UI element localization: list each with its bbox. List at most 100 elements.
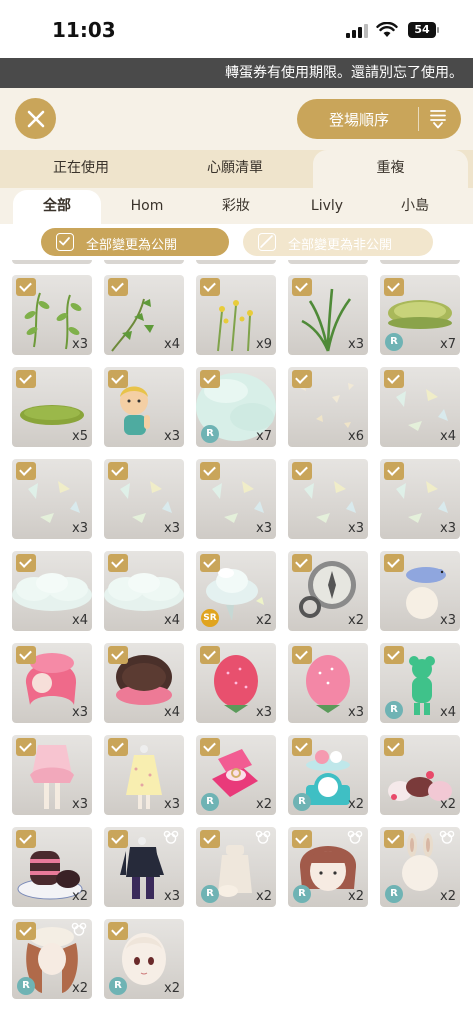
item-card[interactable]: x4	[380, 367, 460, 447]
public-checkbox-icon[interactable]	[200, 830, 220, 848]
item-count: x2	[348, 797, 364, 812]
item-count: x3	[348, 705, 364, 720]
item-card[interactable]: x5	[12, 367, 92, 447]
public-checkbox-icon[interactable]	[200, 370, 220, 388]
item-card[interactable]: x4	[12, 551, 92, 631]
public-checkbox-icon[interactable]	[292, 646, 312, 664]
item-card[interactable]: Rx2	[380, 827, 460, 907]
public-checkbox-icon[interactable]	[292, 462, 312, 480]
public-checkbox-icon[interactable]	[108, 830, 128, 848]
tab-in-use[interactable]: 正在使用	[20, 150, 142, 188]
item-card[interactable]: x3	[104, 735, 184, 815]
public-checkbox-icon[interactable]	[384, 278, 404, 296]
item-card[interactable]: x3	[104, 367, 184, 447]
item-card[interactable]: Rx2	[288, 827, 368, 907]
item-card[interactable]: SR x2	[196, 551, 276, 631]
item-card[interactable]: Rx7	[380, 275, 460, 355]
public-checkbox-icon[interactable]	[16, 738, 36, 756]
close-button[interactable]	[15, 98, 56, 139]
public-checkbox-icon[interactable]	[384, 646, 404, 664]
item-card[interactable]: x3	[104, 827, 184, 907]
public-checkbox-icon[interactable]	[16, 370, 36, 388]
public-checkbox-icon[interactable]	[384, 830, 404, 848]
rarity-badge: R	[201, 425, 219, 443]
item-card[interactable]: Rx2	[196, 827, 276, 907]
sort-order-button[interactable]: 登場順序	[297, 99, 461, 139]
item-card[interactable]: x3	[12, 275, 92, 355]
public-checkbox-icon[interactable]	[200, 462, 220, 480]
public-checkbox-icon[interactable]	[108, 922, 128, 940]
item-card[interactable]: x3	[288, 459, 368, 539]
item-count: x2	[72, 889, 88, 904]
item-card[interactable]: x2	[380, 735, 460, 815]
public-checkbox-icon[interactable]	[384, 738, 404, 756]
item-card[interactable]: x4	[104, 275, 184, 355]
item-card[interactable]: x4	[104, 551, 184, 631]
public-checkbox-icon[interactable]	[200, 738, 220, 756]
public-checkbox-icon[interactable]	[16, 922, 36, 940]
item-card[interactable]: x3	[12, 735, 92, 815]
public-checkbox-icon[interactable]	[384, 370, 404, 388]
item-count: x3	[256, 705, 272, 720]
make-all-private-button[interactable]: 全部變更為非公開	[243, 228, 433, 256]
item-count: x5	[72, 429, 88, 444]
public-checkbox-icon[interactable]	[384, 462, 404, 480]
public-checkbox-icon[interactable]	[200, 646, 220, 664]
public-checkbox-icon[interactable]	[16, 462, 36, 480]
item-card[interactable]: x2	[12, 827, 92, 907]
item-card[interactable]: Rx2	[104, 919, 184, 999]
item-card[interactable]: x6	[288, 367, 368, 447]
item-count: x7	[256, 429, 272, 444]
public-checkbox-icon[interactable]	[108, 554, 128, 572]
public-checkbox-icon[interactable]	[384, 554, 404, 572]
item-count: x9	[256, 337, 272, 352]
item-card[interactable]: Rx4	[380, 643, 460, 723]
tab-livly[interactable]: Livly	[284, 190, 370, 224]
checkbox-checked-icon	[56, 233, 74, 251]
tab-hom[interactable]: Hom	[104, 190, 190, 224]
make-all-public-button[interactable]: 全部變更為公開	[41, 228, 229, 256]
item-card[interactable]: x9	[196, 275, 276, 355]
item-card[interactable]: Rx2	[196, 735, 276, 815]
public-checkbox-icon[interactable]	[292, 830, 312, 848]
public-checkbox-icon[interactable]	[108, 370, 128, 388]
item-card[interactable]: Rx2	[12, 919, 92, 999]
notice-ticker: 轉蛋券有使用期限。還請別忘了使用。	[0, 58, 473, 88]
tab-island[interactable]: 小島	[374, 190, 456, 224]
item-card[interactable]: x3	[12, 643, 92, 723]
item-card[interactable]: x3	[380, 459, 460, 539]
public-checkbox-icon[interactable]	[108, 462, 128, 480]
item-card[interactable]: x3	[288, 275, 368, 355]
item-count: x3	[440, 613, 456, 628]
item-card[interactable]: x2	[288, 551, 368, 631]
item-card[interactable]: x3	[104, 459, 184, 539]
public-checkbox-icon[interactable]	[16, 278, 36, 296]
public-checkbox-icon[interactable]	[200, 554, 220, 572]
public-checkbox-icon[interactable]	[292, 278, 312, 296]
item-card[interactable]: Rx7	[196, 367, 276, 447]
item-card[interactable]: Rx2	[288, 735, 368, 815]
item-count: x2	[440, 889, 456, 904]
public-checkbox-icon[interactable]	[108, 738, 128, 756]
item-card[interactable]: x3	[380, 551, 460, 631]
public-checkbox-icon[interactable]	[292, 554, 312, 572]
item-card[interactable]: x3	[288, 643, 368, 723]
tab-makeup[interactable]: 彩妝	[194, 190, 278, 224]
item-card[interactable]: x4	[104, 643, 184, 723]
public-checkbox-icon[interactable]	[16, 646, 36, 664]
tab-wishlist[interactable]: 心願清單	[174, 150, 296, 188]
public-checkbox-icon[interactable]	[16, 830, 36, 848]
item-card[interactable]: x3	[196, 643, 276, 723]
item-card[interactable]: x3	[12, 459, 92, 539]
public-checkbox-icon[interactable]	[292, 738, 312, 756]
public-checkbox-icon[interactable]	[16, 554, 36, 572]
item-count: x3	[164, 521, 180, 536]
public-checkbox-icon[interactable]	[200, 278, 220, 296]
tab-duplicates[interactable]: 重複	[313, 150, 468, 188]
public-checkbox-icon[interactable]	[108, 278, 128, 296]
public-checkbox-icon[interactable]	[108, 646, 128, 664]
item-count: x4	[164, 337, 180, 352]
public-checkbox-icon[interactable]	[292, 370, 312, 388]
tab-all[interactable]: 全部	[13, 190, 101, 224]
item-card[interactable]: x3	[196, 459, 276, 539]
